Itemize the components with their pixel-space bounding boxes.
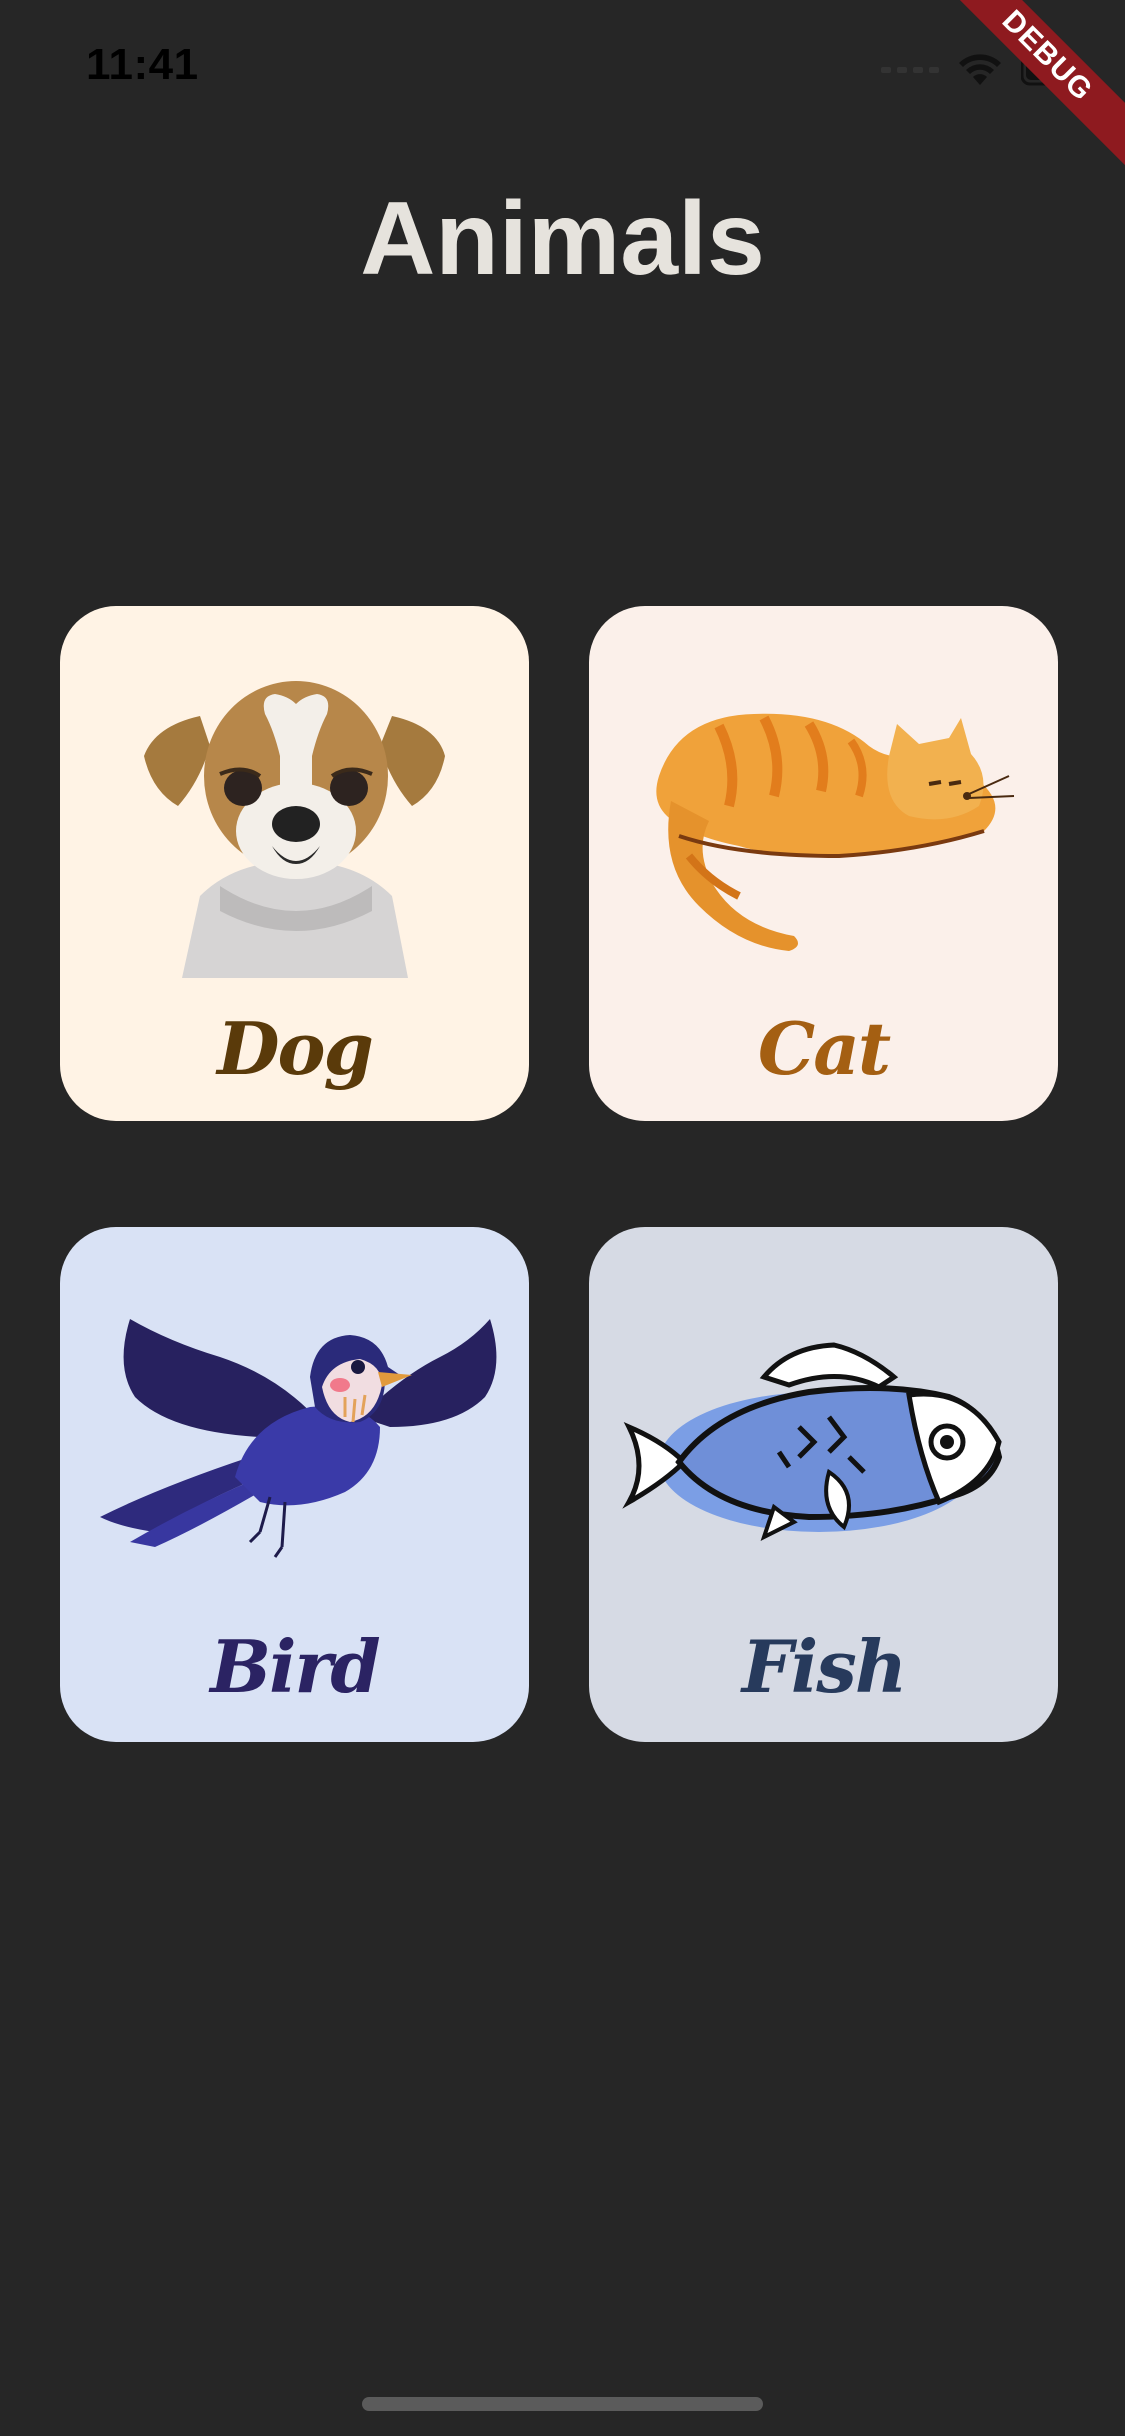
dog-icon [144, 681, 445, 978]
bird-icon [100, 1319, 497, 1558]
page-title: Animals [360, 181, 765, 297]
card-label-cat: Cat [757, 1006, 891, 1091]
animals-screen: 11:41 DEBUG Animals Dog Cat Bird Fish [0, 0, 1125, 2436]
status-time: 11:41 [86, 40, 199, 89]
card-label-dog: Dog [217, 1006, 374, 1091]
wifi-icon [957, 53, 1003, 87]
animal-card-fish[interactable]: Fish [589, 1227, 1058, 1742]
cellular-signal-icon [881, 67, 939, 73]
animal-card-dog[interactable]: Dog [60, 606, 529, 1121]
fish-icon [622, 1342, 1003, 1541]
card-label-fish: Fish [741, 1624, 907, 1709]
animal-card-cat[interactable]: Cat [589, 606, 1058, 1121]
cat-icon [656, 713, 1015, 951]
home-indicator[interactable] [362, 2397, 763, 2411]
card-label-bird: Bird [210, 1624, 380, 1709]
animal-card-bird[interactable]: Bird [60, 1227, 529, 1742]
